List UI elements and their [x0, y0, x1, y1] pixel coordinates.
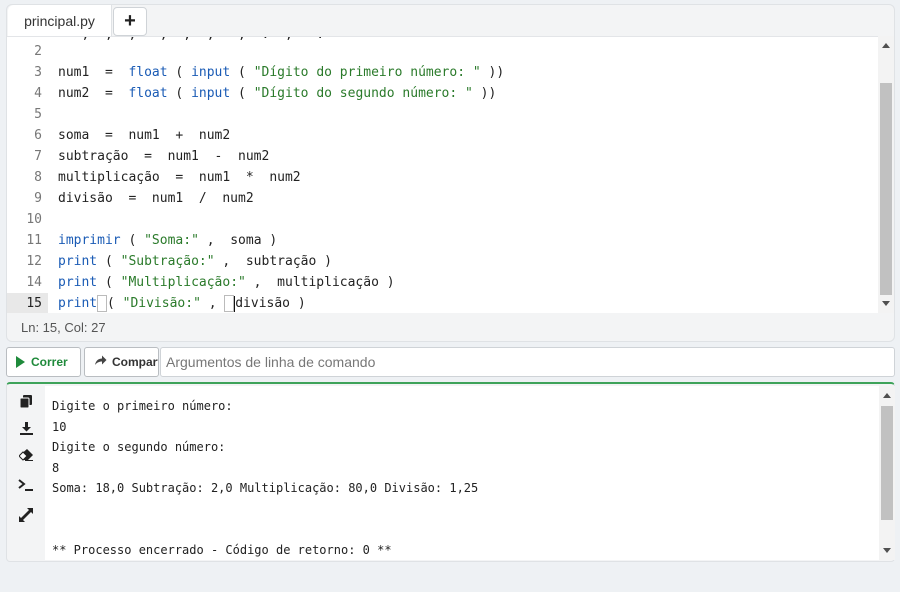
line-number: 11 [26, 233, 42, 248]
line-number: 15 [7, 293, 48, 313]
code-line[interactable]: 7 subtração = num1 - num2 [7, 146, 878, 167]
share-button-label: Comparti [112, 355, 158, 369]
console-scrollbar[interactable] [879, 386, 895, 560]
code-line[interactable]: 6 soma = num1 + num2 [7, 125, 878, 146]
share-icon [94, 355, 107, 369]
code-line[interactable]: 14 print ( "Multiplicação:" , multiplicaç… [7, 272, 878, 293]
cursor-position-status: Ln: 15, Col: 27 [21, 320, 106, 335]
editor-scrollbar[interactable] [878, 36, 894, 313]
add-tab-button[interactable]: + [113, 7, 147, 36]
scroll-down-arrow-icon[interactable] [883, 548, 891, 553]
console-output-line: 10 [52, 419, 67, 434]
code-line[interactable]: 9 divisão = num1 / num2 [7, 188, 878, 209]
console-output-line: ** Processo encerrado - Código de retorn… [52, 543, 392, 558]
code-text: print ( "Subtração:" , subtração ) [58, 254, 332, 269]
tab-principal-py[interactable]: principal.py [8, 5, 112, 36]
code-text: print ( "Divisão:" , divisão ) [58, 295, 306, 312]
code-text: soma = num1 + num2 [58, 128, 231, 143]
code-editor[interactable]: , , , , , , , . , : 23num1 = float ( inp… [7, 36, 878, 313]
code-text: num2 = float ( input ( "Dígito do segund… [58, 86, 497, 101]
line-number: 8 [34, 170, 42, 185]
console-output-line: Digite o segundo número: [52, 440, 226, 455]
command-line-args-input[interactable] [160, 347, 895, 377]
line-number: 9 [34, 191, 42, 206]
line-number: 2 [34, 44, 42, 59]
code-line[interactable]: 15 print ( "Divisão:" , divisão ) [7, 293, 878, 313]
line-number: 10 [26, 212, 42, 227]
line-number: 7 [34, 149, 42, 164]
console-output[interactable]: Digite o primeiro número: 10 Digite o segu… [45, 386, 879, 560]
code-line[interactable]: 3 num1 = float ( input ( "Dígito do prime… [7, 62, 878, 83]
copy-icon[interactable] [17, 392, 35, 410]
console-output-line: Digite o primeiro número: [52, 399, 233, 413]
code-text: imprimir ( "Soma:" , soma ) [58, 233, 278, 248]
play-icon [16, 356, 25, 368]
line-number: 5 [34, 107, 42, 122]
console-panel: Digite o primeiro número: 10 Digite o segu… [6, 382, 895, 562]
code-text: num1 = float ( input ( "Dígito do primei… [58, 65, 505, 80]
code-line[interactable]: 4 num2 = float ( input ( "Dígito do segun… [7, 83, 878, 104]
code-line[interactable]: 5 [7, 104, 878, 125]
share-button[interactable]: Comparti [84, 347, 159, 377]
run-button[interactable]: Correr [6, 347, 81, 377]
code-text: print ( "Multiplicação:" , multiplicação… [58, 275, 395, 290]
console-toolbar [7, 384, 45, 561]
line-number: 6 [34, 128, 42, 143]
eraser-icon[interactable] [17, 446, 35, 464]
tab-label: principal.py [24, 12, 95, 29]
code-line[interactable]: 10 [7, 209, 878, 230]
scroll-down-arrow-icon[interactable] [882, 301, 890, 306]
code-text: divisão = num1 / num2 [58, 191, 254, 206]
code-line[interactable]: 8 multiplicação = num1 * num2 [7, 167, 878, 188]
code-line[interactable]: 12 print ( "Subtração:" , subtração ) [7, 251, 878, 272]
editor-scroll-thumb[interactable] [880, 83, 892, 295]
code-line[interactable]: 2 [7, 41, 878, 62]
console-output-line: Soma: 18,0 Subtração: 2,0 Multiplicação:… [52, 481, 479, 496]
expand-icon[interactable] [17, 506, 35, 524]
code-text: multiplicação = num1 * num2 [58, 170, 301, 185]
editor-panel: principal.py + , , , , , , , . , : 23num… [6, 4, 895, 342]
code-text: subtração = num1 - num2 [58, 149, 270, 164]
line-number: 12 [26, 254, 42, 269]
line-number: 3 [34, 65, 42, 80]
line-number: 14 [26, 275, 42, 290]
line-number: 4 [34, 86, 42, 101]
terminal-icon[interactable] [17, 476, 35, 494]
download-icon[interactable] [17, 419, 35, 437]
scroll-up-arrow-icon[interactable] [882, 43, 890, 48]
plus-icon: + [124, 10, 136, 32]
run-button-label: Correr [31, 355, 68, 369]
console-scroll-thumb[interactable] [881, 406, 893, 520]
console-output-line: 8 [52, 460, 60, 475]
scroll-up-arrow-icon[interactable] [883, 393, 891, 398]
code-line[interactable]: 11 imprimir ( "Soma:" , soma ) [7, 230, 878, 251]
